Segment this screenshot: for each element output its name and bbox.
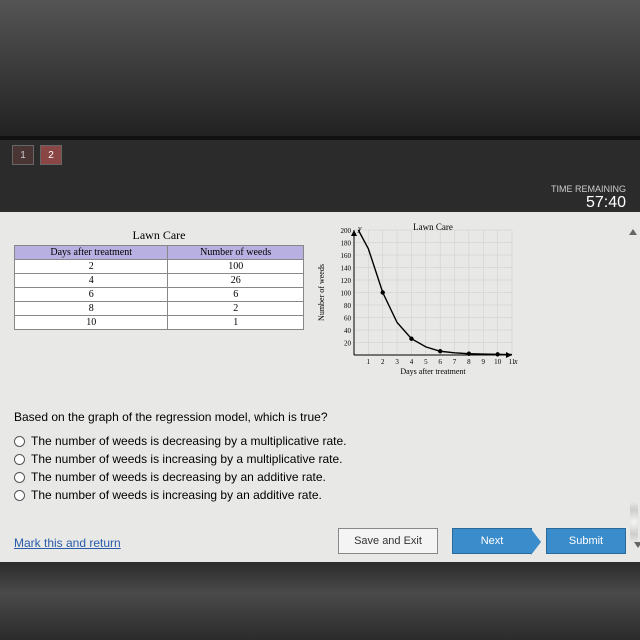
svg-text:5: 5 <box>424 358 428 366</box>
footer-buttons: Save and Exit Next Submit <box>338 528 626 554</box>
svg-text:80: 80 <box>344 302 352 310</box>
svg-text:9: 9 <box>482 358 486 366</box>
svg-text:1: 1 <box>367 358 371 366</box>
lawn-care-chart: 204060801001201401601802001234567891011L… <box>312 220 522 390</box>
table-cell: 8 <box>15 302 168 316</box>
svg-text:120: 120 <box>341 277 352 285</box>
radio-icon[interactable] <box>14 436 25 447</box>
table-title: Lawn Care <box>14 220 304 245</box>
svg-text:6: 6 <box>438 358 442 366</box>
table-cell: 6 <box>15 288 168 302</box>
svg-text:y: y <box>357 224 362 233</box>
chart-panel: 204060801001201401601802001234567891011L… <box>312 220 522 390</box>
question-text: Based on the graph of the regression mod… <box>14 410 628 424</box>
table-row: 66 <box>15 288 304 302</box>
svg-text:3: 3 <box>395 358 399 366</box>
data-table: Days after treatment Number of weeds 210… <box>14 245 304 330</box>
svg-text:40: 40 <box>344 327 352 335</box>
option-label: The number of weeds is decreasing by a m… <box>31 434 347 448</box>
nav-question-2[interactable]: 2 <box>40 145 62 165</box>
svg-text:Number of weeds: Number of weeds <box>317 264 326 321</box>
save-exit-button[interactable]: Save and Exit <box>338 528 438 554</box>
svg-text:200: 200 <box>341 227 352 235</box>
svg-text:140: 140 <box>341 265 352 273</box>
svg-text:Days after treatment: Days after treatment <box>400 367 466 376</box>
table-row: 2100 <box>15 260 304 274</box>
submit-button[interactable]: Submit <box>546 528 626 554</box>
next-button[interactable]: Next <box>452 528 532 554</box>
timer-label: TIME REMAINING <box>551 184 626 194</box>
col-header-days: Days after treatment <box>15 246 168 260</box>
svg-text:20: 20 <box>344 340 352 348</box>
table-cell: 2 <box>15 260 168 274</box>
answer-option-1[interactable]: The number of weeds is increasing by a m… <box>14 452 628 466</box>
option-label: The number of weeds is decreasing by an … <box>31 470 326 484</box>
table-cell: 100 <box>168 260 304 274</box>
svg-text:180: 180 <box>341 240 352 248</box>
svg-text:7: 7 <box>453 358 457 366</box>
radio-icon[interactable] <box>14 472 25 483</box>
option-label: The number of weeds is increasing by a m… <box>31 452 342 466</box>
svg-text:4: 4 <box>410 358 414 366</box>
svg-text:8: 8 <box>467 358 471 366</box>
svg-text:60: 60 <box>344 315 352 323</box>
answer-options: The number of weeds is decreasing by a m… <box>14 434 628 502</box>
svg-text:160: 160 <box>341 252 352 260</box>
svg-text:Lawn Care: Lawn Care <box>413 222 453 232</box>
table-cell: 10 <box>15 316 168 330</box>
timer-panel: TIME REMAINING 57:40 <box>0 170 640 212</box>
svg-text:x: x <box>513 357 518 366</box>
answer-option-3[interactable]: The number of weeds is increasing by an … <box>14 488 628 502</box>
question-nav-bar: 1 2 <box>0 140 640 170</box>
nav-question-1[interactable]: 1 <box>12 145 34 165</box>
radio-icon[interactable] <box>14 454 25 465</box>
table-cell: 4 <box>15 274 168 288</box>
svg-text:10: 10 <box>494 358 502 366</box>
table-cell: 26 <box>168 274 304 288</box>
option-label: The number of weeds is increasing by an … <box>31 488 322 502</box>
table-row: 82 <box>15 302 304 316</box>
mark-and-return-link[interactable]: Mark this and return <box>14 536 121 550</box>
timer-value: 57:40 <box>586 194 626 212</box>
question-content: Lawn Care Days after treatment Number of… <box>0 212 640 562</box>
svg-text:100: 100 <box>341 290 352 298</box>
table-cell: 1 <box>168 316 304 330</box>
table-cell: 6 <box>168 288 304 302</box>
table-row: 101 <box>15 316 304 330</box>
scroll-down-icon[interactable] <box>633 537 640 553</box>
svg-text:2: 2 <box>381 358 385 366</box>
answer-option-2[interactable]: The number of weeds is decreasing by an … <box>14 470 628 484</box>
col-header-weeds: Number of weeds <box>168 246 304 260</box>
monitor-bezel-top <box>0 0 640 140</box>
screen-glare <box>630 502 638 542</box>
answer-option-0[interactable]: The number of weeds is decreasing by a m… <box>14 434 628 448</box>
scroll-up-icon[interactable] <box>628 224 638 240</box>
table-cell: 2 <box>168 302 304 316</box>
data-table-panel: Lawn Care Days after treatment Number of… <box>14 220 304 390</box>
table-row: 426 <box>15 274 304 288</box>
radio-icon[interactable] <box>14 490 25 501</box>
monitor-bezel-bottom <box>0 562 640 640</box>
